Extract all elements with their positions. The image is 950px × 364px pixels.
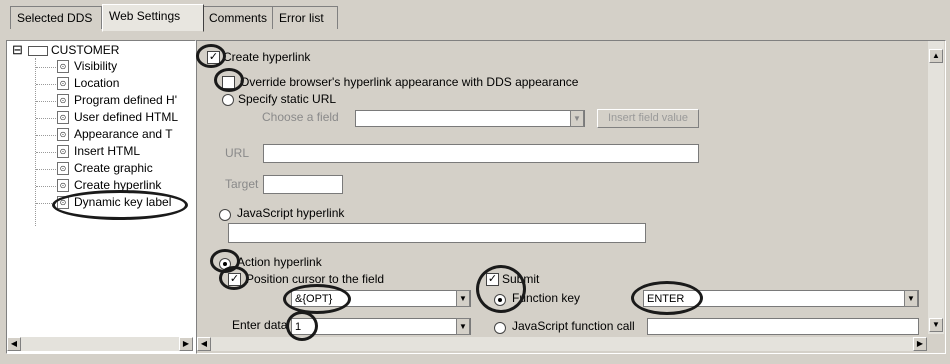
tree-horizontal-scrollbar[interactable]: ◀ ▶ bbox=[7, 337, 193, 351]
scroll-left-icon[interactable]: ◀ bbox=[7, 337, 21, 351]
static-url-label: Specify static URL bbox=[238, 92, 337, 106]
function-key-radio[interactable] bbox=[494, 294, 506, 306]
override-appearance-label: Override browser's hyperlink appearance … bbox=[240, 75, 579, 89]
tab-error-list[interactable]: Error list bbox=[272, 6, 338, 29]
url-input[interactable] bbox=[263, 144, 699, 163]
node-icon: ⊙ bbox=[57, 94, 69, 107]
collapse-icon[interactable]: ⊟ bbox=[12, 42, 23, 58]
function-key-select[interactable]: ENTER bbox=[643, 290, 919, 307]
action-hyperlink-label: Action hyperlink bbox=[237, 255, 322, 269]
static-url-radio[interactable] bbox=[222, 94, 234, 106]
tree-item-label: Create graphic bbox=[74, 161, 153, 175]
override-appearance-checkbox[interactable] bbox=[222, 76, 235, 89]
node-icon: ⊙ bbox=[57, 162, 69, 175]
position-cursor-field-select[interactable]: &{OPT} bbox=[291, 290, 471, 307]
javascript-hyperlink-radio[interactable] bbox=[219, 209, 231, 221]
tree-item-label: User defined HTML bbox=[74, 110, 179, 124]
node-icon: ⊙ bbox=[57, 196, 69, 209]
submit-checkbox[interactable]: ✓ bbox=[486, 273, 499, 286]
chevron-down-icon[interactable]: ▼ bbox=[456, 318, 470, 335]
node-icon: ⊙ bbox=[57, 60, 69, 73]
tree-item-label: Visibility bbox=[74, 59, 118, 73]
node-icon: ⊙ bbox=[57, 128, 69, 141]
submit-label: Submit bbox=[502, 272, 540, 286]
choose-field-select[interactable] bbox=[355, 110, 585, 127]
scroll-up-icon[interactable]: ▲ bbox=[929, 49, 943, 63]
tab-web-settings[interactable]: Web Settings bbox=[102, 4, 204, 32]
javascript-hyperlink-label: JavaScript hyperlink bbox=[237, 206, 345, 220]
action-hyperlink-radio[interactable] bbox=[219, 258, 231, 270]
tab-selected-dds[interactable]: Selected DDS bbox=[10, 6, 102, 29]
tree-root-customer[interactable]: CUSTOMER bbox=[51, 43, 119, 57]
chevron-down-icon[interactable]: ▼ bbox=[570, 110, 584, 127]
tree-item-label: Program defined H' bbox=[74, 93, 178, 107]
tree-pane: ⊟ CUSTOMER ⊙ Visibility ⊙ Location ⊙ Pro… bbox=[6, 40, 196, 354]
create-hyperlink-label: Create hyperlink bbox=[223, 50, 311, 64]
node-icon: ⊙ bbox=[57, 145, 69, 158]
javascript-hyperlink-input[interactable] bbox=[228, 223, 646, 243]
insert-field-value-button[interactable]: Insert field value bbox=[597, 109, 699, 128]
link-icon: ⊙ bbox=[57, 179, 69, 192]
folder-icon bbox=[28, 46, 48, 56]
enter-data-label: Enter data bbox=[232, 318, 288, 332]
javascript-function-call-input[interactable] bbox=[647, 318, 919, 335]
tree-item-label: Insert HTML bbox=[74, 144, 141, 158]
tab-comments[interactable]: Comments bbox=[202, 6, 276, 29]
node-icon: ⊙ bbox=[57, 111, 69, 124]
target-label: Target bbox=[225, 177, 259, 191]
vertical-scrollbar[interactable]: ▲ ▼ bbox=[928, 41, 944, 334]
horizontal-scrollbar[interactable]: ◀ ▶ bbox=[197, 337, 927, 351]
tree-item-label: Dynamic key label bbox=[74, 195, 172, 209]
tree-item-label: Create hyperlink bbox=[74, 178, 162, 192]
url-label: URL bbox=[225, 146, 250, 160]
scroll-right-icon[interactable]: ▶ bbox=[913, 337, 927, 351]
tree-item-label: Location bbox=[74, 76, 120, 90]
create-hyperlink-checkbox[interactable]: ✓ bbox=[207, 51, 220, 64]
chevron-down-icon[interactable]: ▼ bbox=[904, 290, 918, 307]
node-icon: ⊙ bbox=[57, 77, 69, 90]
scroll-right-icon[interactable]: ▶ bbox=[179, 337, 193, 351]
target-input[interactable] bbox=[263, 175, 343, 194]
javascript-function-call-radio[interactable] bbox=[494, 322, 506, 334]
choose-field-label: Choose a field bbox=[262, 110, 339, 124]
chevron-down-icon[interactable]: ▼ bbox=[456, 290, 470, 307]
enter-data-select[interactable]: 1 bbox=[291, 318, 471, 335]
scroll-down-icon[interactable]: ▼ bbox=[929, 318, 943, 332]
function-key-label: Function key bbox=[512, 291, 581, 305]
scroll-left-icon[interactable]: ◀ bbox=[197, 337, 211, 351]
javascript-function-call-label: JavaScript function call bbox=[512, 319, 635, 333]
position-cursor-label: Position cursor to the field bbox=[246, 272, 385, 286]
tree-item-label: Appearance and T bbox=[74, 127, 173, 141]
position-cursor-checkbox[interactable]: ✓ bbox=[228, 273, 241, 286]
